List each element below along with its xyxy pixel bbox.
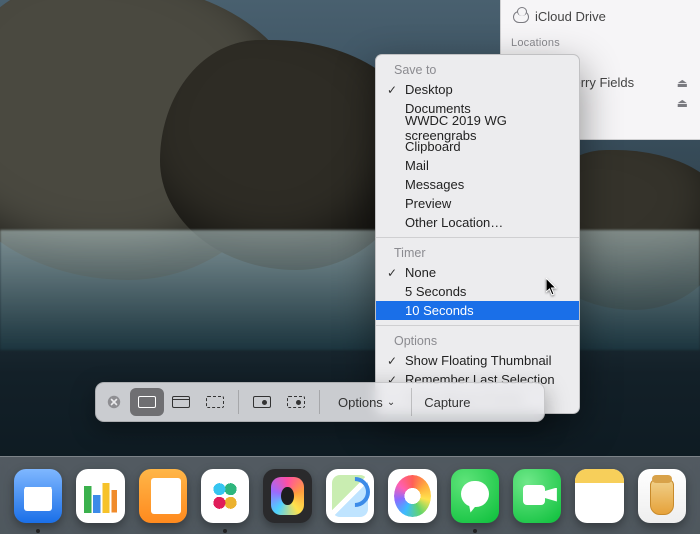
- window-icon: [172, 396, 190, 408]
- menu-section-options: Options: [376, 331, 579, 351]
- close-button[interactable]: [104, 392, 124, 412]
- menu-item-preview[interactable]: Preview: [376, 194, 579, 213]
- dock: [0, 456, 700, 534]
- options-button[interactable]: Options ⌄: [326, 388, 407, 416]
- menu-item-label: Show Floating Thumbnail: [405, 353, 551, 368]
- capture-label: Capture: [424, 395, 470, 410]
- dock-app-notes[interactable]: [575, 469, 623, 523]
- menu-item-label: Mail: [405, 158, 429, 173]
- menu-section-save-to: Save to: [376, 60, 579, 80]
- capture-entire-screen-button[interactable]: [130, 388, 164, 416]
- capture-selection-button[interactable]: [198, 388, 232, 416]
- selection-icon: [206, 396, 224, 408]
- menu-item-timer-10s[interactable]: 10 Seconds: [376, 301, 579, 320]
- options-label: Options: [338, 395, 383, 410]
- running-indicator-icon: [36, 529, 40, 533]
- menu-item-label: None: [405, 265, 436, 280]
- record-selection-icon: [287, 396, 305, 408]
- record-selection-button[interactable]: [279, 388, 313, 416]
- menu-item-label: Other Location…: [405, 215, 503, 230]
- running-indicator-icon: [223, 529, 227, 533]
- eject-icon[interactable]: ⏏: [677, 96, 688, 110]
- chevron-down-icon: ⌄: [387, 397, 395, 408]
- menu-separator: [376, 237, 579, 238]
- options-menu: Save to Desktop Documents WWDC 2019 WG s…: [375, 54, 580, 414]
- menu-item-label: 5 Seconds: [405, 284, 466, 299]
- screenshot-toolbar: Options ⌄ Capture: [95, 382, 545, 422]
- dock-app-slack[interactable]: [201, 469, 249, 523]
- dock-app-numbers[interactable]: [76, 469, 124, 523]
- menu-item-label: Preview: [405, 196, 451, 211]
- menu-item-timer-5s[interactable]: 5 Seconds: [376, 282, 579, 301]
- dock-app-pages[interactable]: [139, 469, 187, 523]
- menu-item-label: Messages: [405, 177, 464, 192]
- dock-app-messages[interactable]: [451, 469, 499, 523]
- dock-app-jar[interactable]: [638, 469, 686, 523]
- dock-app-photos[interactable]: [388, 469, 436, 523]
- menu-item-label: Desktop: [405, 82, 453, 97]
- sidebar-item-icloud-drive[interactable]: iCloud Drive: [511, 6, 690, 27]
- dock-app-facetime[interactable]: [513, 469, 561, 523]
- record-entire-screen-button[interactable]: [245, 388, 279, 416]
- capture-button[interactable]: Capture: [411, 388, 482, 416]
- menu-item-other-location[interactable]: Other Location…: [376, 213, 579, 232]
- menu-item-label: Clipboard: [405, 139, 461, 154]
- toolbar-separator: [238, 390, 239, 414]
- dock-app-final-cut[interactable]: [263, 469, 311, 523]
- record-screen-icon: [253, 396, 271, 408]
- screen-icon: [138, 396, 156, 408]
- dock-app-maps[interactable]: [326, 469, 374, 523]
- menu-section-timer: Timer: [376, 243, 579, 263]
- sidebar-item-label: iCloud Drive: [535, 9, 606, 24]
- menu-item-messages[interactable]: Messages: [376, 175, 579, 194]
- menu-item-wwdc[interactable]: WWDC 2019 WG screengrabs: [376, 118, 579, 137]
- menu-item-clipboard[interactable]: Clipboard: [376, 137, 579, 156]
- cloud-icon: [513, 11, 529, 23]
- dock-app-mail[interactable]: [14, 469, 62, 523]
- desktop-wallpaper-sea: [0, 230, 700, 350]
- running-indicator-icon: [473, 529, 477, 533]
- menu-item-timer-none[interactable]: None: [376, 263, 579, 282]
- menu-item-desktop[interactable]: Desktop: [376, 80, 579, 99]
- menu-item-floating-thumbnail[interactable]: Show Floating Thumbnail: [376, 351, 579, 370]
- sidebar-section-locations: Locations: [511, 37, 690, 49]
- capture-window-button[interactable]: [164, 388, 198, 416]
- menu-item-label: 10 Seconds: [405, 303, 474, 318]
- menu-item-mail[interactable]: Mail: [376, 156, 579, 175]
- toolbar-separator: [319, 390, 320, 414]
- menu-separator: [376, 325, 579, 326]
- eject-icon[interactable]: ⏏: [677, 76, 688, 90]
